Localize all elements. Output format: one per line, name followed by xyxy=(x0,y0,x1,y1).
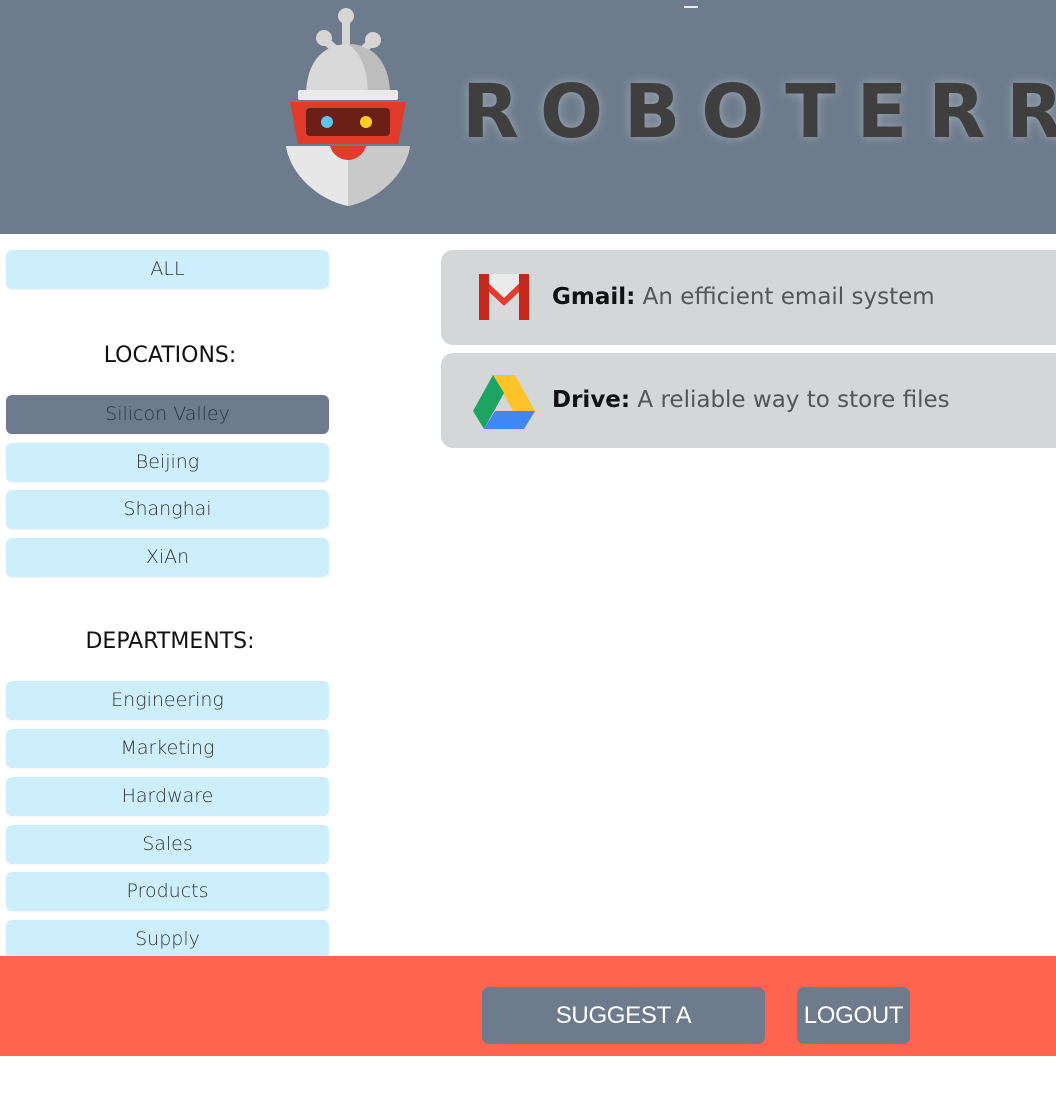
footer: SUGGEST A RESOURCE? LOGOUT xyxy=(0,956,1056,1086)
gmail-icon xyxy=(479,274,529,320)
resource-card-drive[interactable]: Drive: A reliable way to store files xyxy=(441,353,1056,448)
resource-drive-text: Drive: A reliable way to store files xyxy=(552,383,950,417)
brand-title: ROBOTERRA xyxy=(462,69,1056,155)
resource-card-gmail[interactable]: Gmail: An efficient email system xyxy=(441,250,1056,345)
location-xian-button[interactable]: XiAn xyxy=(6,538,329,577)
locations-heading: LOCATIONS: xyxy=(103,343,237,368)
location-beijing-button[interactable]: Beijing xyxy=(6,443,329,482)
resource-name: Drive: xyxy=(552,387,631,413)
header: ROBOTERRA xyxy=(0,0,1056,234)
robot-logo-icon[interactable] xyxy=(278,4,418,210)
department-marketing-button[interactable]: Marketing xyxy=(6,729,329,768)
header-decoration xyxy=(684,0,698,8)
google-drive-icon xyxy=(473,375,535,429)
filter-all-button[interactable]: ALL xyxy=(6,250,329,289)
department-engineering-button[interactable]: Engineering xyxy=(6,681,329,720)
department-products-button[interactable]: Products xyxy=(6,872,329,911)
department-hardware-button[interactable]: Hardware xyxy=(6,777,329,816)
departments-heading: DEPARTMENTS: xyxy=(85,629,255,654)
suggest-resource-button[interactable]: SUGGEST A RESOURCE? xyxy=(482,987,765,1086)
sidebar: ALL LOCATIONS: Silicon Valley Beijing Sh… xyxy=(0,234,340,959)
resource-name: Gmail: xyxy=(552,284,636,310)
resource-gmail-text: Gmail: An efficient email system xyxy=(552,280,935,314)
department-supply-button[interactable]: Supply xyxy=(6,920,329,959)
resource-description: A reliable way to store files xyxy=(637,387,950,413)
location-silicon-valley-button[interactable]: Silicon Valley xyxy=(6,395,329,434)
logout-button[interactable]: LOGOUT xyxy=(797,987,910,1044)
resource-description: An efficient email system xyxy=(642,284,935,310)
location-shanghai-button[interactable]: Shanghai xyxy=(6,490,329,529)
department-sales-button[interactable]: Sales xyxy=(6,825,329,864)
